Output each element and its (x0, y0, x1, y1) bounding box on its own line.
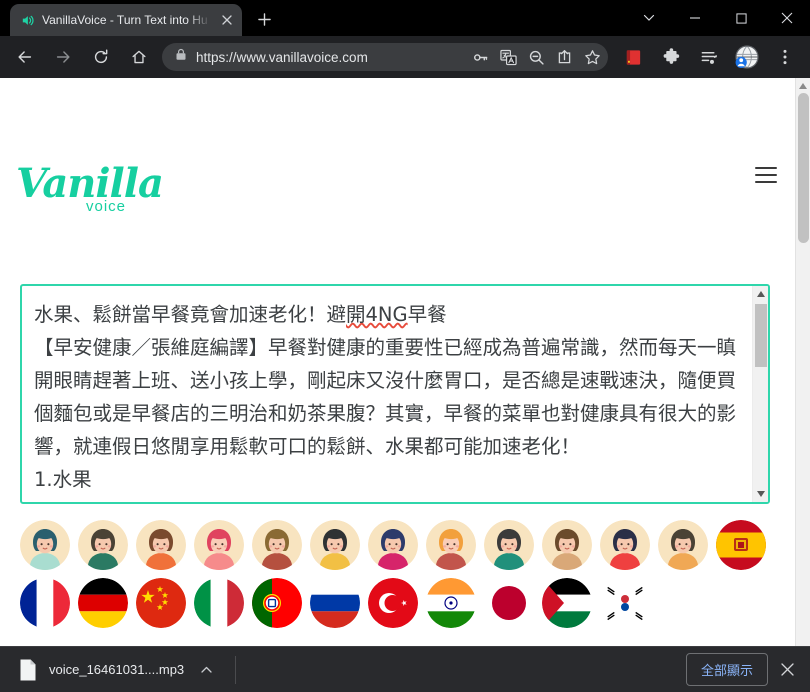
forward-arrow-icon[interactable] (47, 41, 79, 73)
text-input-area[interactable]: 水果、鬆餅當早餐竟會加速老化！避開4NG早餐 【早安健康／張維庭編譯】早餐對健康… (20, 284, 770, 504)
three-dot-menu-icon[interactable] (769, 41, 801, 73)
address-bar[interactable]: https://www.vanillavoice.com (162, 43, 608, 71)
hamburger-menu-icon[interactable] (755, 167, 777, 183)
file-icon (18, 658, 38, 682)
avatar-woman-teal2[interactable] (484, 520, 534, 570)
share-icon[interactable] (550, 44, 578, 70)
window-controls (626, 0, 810, 36)
bookmark-star-icon[interactable] (578, 44, 606, 70)
browser-window: VanillaVoice - Turn Text into Hu https:/… (0, 0, 810, 692)
avatar-woman-pink[interactable] (194, 520, 244, 570)
browser-tab[interactable]: VanillaVoice - Turn Text into Hu (10, 4, 242, 36)
lock-icon (175, 48, 187, 66)
profile-avatar-icon[interactable] (731, 41, 763, 73)
textarea-line-2: 【早安健康／張維庭編譯】早餐對健康的重要性已經成為普遍常識，然而每天一瞋開眼睛趕… (34, 336, 737, 458)
speaker-icon (20, 13, 35, 28)
flag-spain[interactable] (716, 520, 766, 570)
avatar-man-jacket[interactable] (252, 520, 302, 570)
avatar-man-orange[interactable] (658, 520, 708, 570)
flag-italy[interactable] (194, 578, 244, 628)
flag-turkey[interactable] (368, 578, 418, 628)
flag-japan[interactable] (484, 578, 534, 628)
textarea-scroll-thumb[interactable] (755, 304, 767, 367)
page-scrollbar[interactable] (795, 78, 810, 682)
avatar-man-tan[interactable] (542, 520, 592, 570)
reload-icon[interactable] (85, 41, 117, 73)
chevron-up-icon[interactable] (195, 659, 217, 681)
flag-portugal[interactable] (252, 578, 302, 628)
maximize-icon[interactable] (718, 1, 764, 35)
translate-icon[interactable] (494, 44, 522, 70)
scroll-down-arrow-icon[interactable] (753, 486, 768, 502)
back-arrow-icon[interactable] (9, 41, 41, 73)
new-tab-button[interactable] (250, 5, 278, 33)
textarea-line-3: 1.水果 (34, 468, 92, 491)
flag-france[interactable] (20, 578, 70, 628)
shelf-right-controls: 全部顯示 (685, 653, 800, 686)
tab-title: VanillaVoice - Turn Text into Hu (42, 13, 208, 27)
flag-india[interactable] (426, 578, 476, 628)
tab-strip: VanillaVoice - Turn Text into Hu (0, 0, 810, 36)
page-scroll-up-icon[interactable] (796, 78, 810, 93)
avatar-woman-teal[interactable] (20, 520, 70, 570)
flag-china[interactable] (136, 578, 186, 628)
web-page: Vanilla voice 水果、鬆餅當早餐竟會加速老化！避開4NG早餐 【早安… (0, 78, 795, 682)
zoom-out-icon[interactable] (522, 44, 550, 70)
browser-toolbar: https://www.vanillavoice.com (0, 36, 810, 78)
password-key-icon[interactable] (466, 44, 494, 70)
media-playlist-icon[interactable] (693, 41, 725, 73)
avatar-man-green[interactable] (78, 520, 128, 570)
avatar-woman-orange[interactable] (136, 520, 186, 570)
avatar-man-magenta[interactable] (368, 520, 418, 570)
red-book-extension-icon[interactable] (617, 41, 649, 73)
voice-flag-row (20, 578, 650, 628)
flag-germany[interactable] (78, 578, 128, 628)
flag-russia[interactable] (310, 578, 360, 628)
tab-close-icon[interactable] (218, 11, 236, 29)
tab-search-icon[interactable] (626, 1, 672, 35)
minimize-icon[interactable] (672, 1, 718, 35)
flag-palestine[interactable] (542, 578, 592, 628)
puzzle-extensions-icon[interactable] (655, 41, 687, 73)
avatar-woman-yellow[interactable] (310, 520, 360, 570)
textarea-line-1b: 早餐 (407, 303, 447, 326)
page-viewport: Vanilla voice 水果、鬆餅當早餐竟會加速老化！避開4NG早餐 【早安… (0, 78, 810, 682)
download-filename: voice_16461031....mp3 (49, 662, 185, 677)
home-icon[interactable] (123, 41, 155, 73)
omnibox-actions (466, 43, 606, 71)
scroll-up-arrow-icon[interactable] (753, 286, 768, 302)
window-close-icon[interactable] (764, 1, 810, 35)
voice-avatar-row (20, 520, 766, 570)
textarea-content[interactable]: 水果、鬆餅當早餐竟會加速老化！避開4NG早餐 【早安健康／張維庭編譯】早餐對健康… (22, 286, 752, 502)
vanilla-voice-logo: Vanilla voice (16, 164, 186, 216)
textarea-scrollbar[interactable] (752, 286, 768, 502)
flag-south-korea[interactable] (600, 578, 650, 628)
url-text: https://www.vanillavoice.com (196, 49, 368, 65)
textarea-line-1a: 水果、鬆餅當早餐竟會加速老化！避 (34, 303, 347, 326)
page-scroll-thumb[interactable] (798, 93, 809, 243)
avatar-woman-red[interactable] (600, 520, 650, 570)
avatar-woman-blonde[interactable] (426, 520, 476, 570)
shelf-close-icon[interactable] (774, 657, 800, 683)
download-shelf: voice_16461031....mp3 全部顯示 (0, 646, 810, 692)
shelf-divider (235, 655, 237, 684)
download-item[interactable]: voice_16461031....mp3 (10, 658, 217, 682)
show-all-downloads-button[interactable]: 全部顯示 (685, 653, 768, 686)
textarea-misspelled-word: 開4NG (346, 303, 408, 326)
